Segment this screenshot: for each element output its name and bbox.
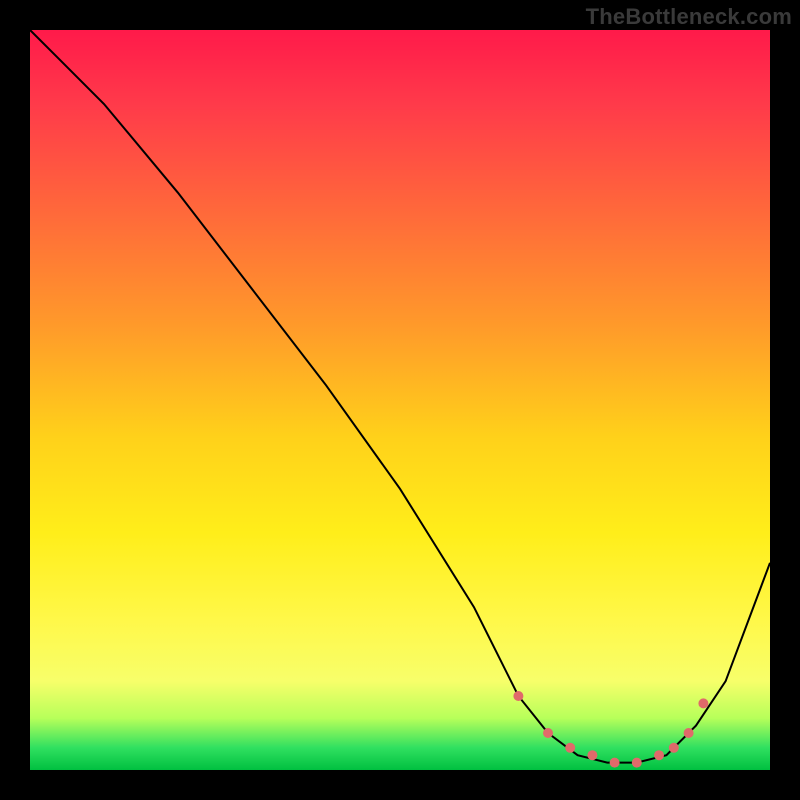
- highlight-dot: [632, 758, 642, 768]
- highlight-dots: [513, 691, 708, 768]
- highlight-dot: [669, 743, 679, 753]
- highlight-dot: [513, 691, 523, 701]
- chart-svg: [30, 30, 770, 770]
- highlight-dot: [543, 728, 553, 738]
- plot-area: [30, 30, 770, 770]
- highlight-dot: [610, 758, 620, 768]
- highlight-dot: [565, 743, 575, 753]
- highlight-dot: [684, 728, 694, 738]
- bottleneck-curve: [30, 30, 770, 763]
- highlight-dot: [654, 750, 664, 760]
- chart-stage: TheBottleneck.com: [0, 0, 800, 800]
- watermark-text: TheBottleneck.com: [586, 4, 792, 30]
- highlight-dot: [587, 750, 597, 760]
- highlight-dot: [698, 698, 708, 708]
